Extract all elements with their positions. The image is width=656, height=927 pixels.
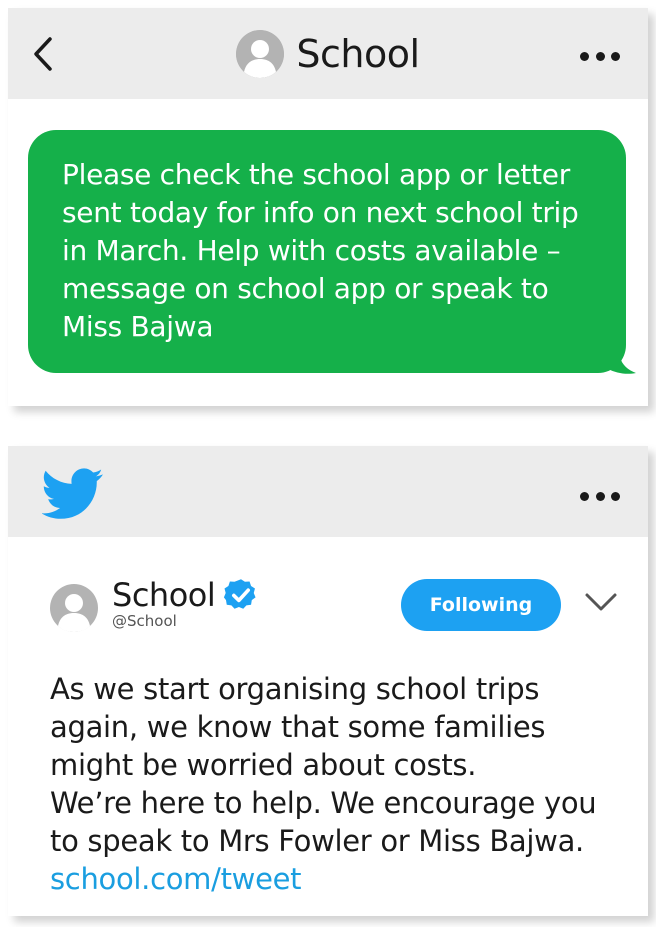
more-dot [595,491,605,501]
more-dot [595,51,605,61]
more-dots-icon [580,491,589,501]
author-name[interactable]: School [112,576,216,614]
tweet-link[interactable]: school.com/tweet [50,860,630,898]
contact-avatar [236,29,285,78]
twitter-header [8,446,648,537]
tweet-body: As we start organising school trips agai… [50,670,630,898]
more-dot [611,51,620,61]
tweet-more-button[interactable] [580,486,620,506]
verified-badge-icon [224,579,256,609]
more-dot [611,491,620,501]
sms-header: School [8,8,648,99]
tweet-line: to speak to Mrs Fowler or Miss Bajwa. [50,824,584,858]
back-button[interactable] [28,34,58,74]
tweet-card: School @School Following As we start org… [8,446,648,916]
twitter-bird-icon [42,468,103,519]
tweet-line: might be worried about costs. [50,748,477,782]
author-avatar[interactable] [50,584,98,636]
chevron-down-icon[interactable] [584,592,618,612]
person-icon [50,584,98,632]
message-bubble-wrap: Please check the school app or letter se… [28,130,638,375]
bubble-tail-icon [598,335,636,374]
name-row: School [112,576,259,614]
tweet-author-row: School @School Following [50,576,620,636]
tweet-line: As we start organising school trips [50,672,540,706]
tweet-line: again, we know that some families [50,710,546,744]
author-handle[interactable]: @School [112,612,259,630]
author-names: School @School [112,576,259,630]
tweet-line: We’re here to help. We encourage you [50,786,597,820]
person-icon [236,29,285,78]
more-dots-icon [580,51,589,61]
more-options-button[interactable] [580,46,620,66]
following-button[interactable]: Following [401,579,561,631]
contact-info[interactable]: School [236,29,420,78]
sms-card: School Please check the school app or le… [8,8,648,406]
chevron-left-icon [34,37,52,71]
contact-name: School [296,31,420,76]
message-bubble: Please check the school app or letter se… [28,130,626,373]
